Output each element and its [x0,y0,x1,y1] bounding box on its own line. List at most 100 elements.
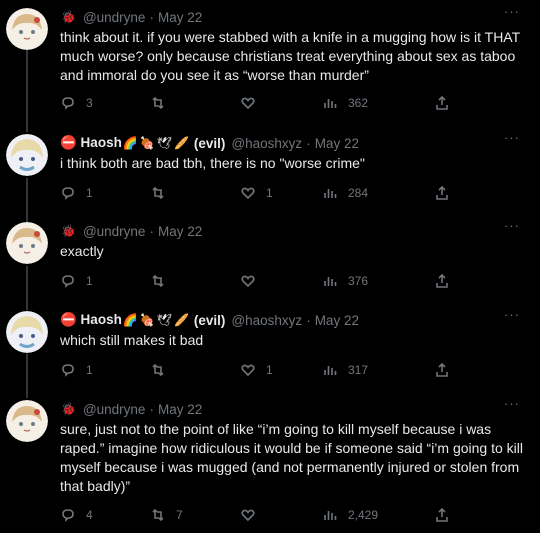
views-button[interactable]: 317 [322,361,368,379]
meat-icon: 🍖 [139,313,155,327]
reply-button[interactable]: 4 [60,506,93,524]
bread-icon: 🥖 [173,313,189,327]
reply-icon [62,275,74,288]
more-options-button[interactable]: ··· [504,218,520,234]
reply-button[interactable]: 1 [60,272,93,290]
heart-icon [241,364,255,377]
reply-button[interactable]: 3 [60,94,93,112]
avatar[interactable] [6,8,48,50]
tweet-header: ⛔ Haosh 🌈 🍖 🕊 🥖 (evil) @haoshxyz · May 2… [60,311,359,329]
rainbow-icon: 🌈 [122,136,138,150]
share-button[interactable] [434,272,450,290]
more-options-button[interactable]: ··· [504,396,520,412]
retweet-button[interactable]: 7 [150,506,183,524]
view-count: 2,429 [348,508,379,522]
views-icon [324,366,337,375]
reply-button[interactable]: 1 [60,361,93,379]
ladybug-icon: 🐞 [61,10,76,24]
reply-count: 1 [86,186,93,200]
like-count: 1 [266,363,273,377]
avatar-image-icon [6,311,48,353]
display-name[interactable]: ⛔ Haosh [60,312,122,328]
retweet-button[interactable] [150,184,176,202]
more-options-button[interactable]: ··· [504,130,520,146]
tweet[interactable]: ⛔ Haosh 🌈 🍖 🕊 🥖 (evil) @haoshxyz · May 2… [0,130,540,210]
reply-icon [62,97,74,110]
display-name[interactable]: ⛔ Haosh [60,135,122,151]
avatar[interactable] [6,222,48,264]
retweet-button[interactable] [150,361,176,379]
bread-icon: 🥖 [173,136,189,150]
avatar-image-icon [6,134,48,176]
more-options-button[interactable]: ··· [504,4,520,20]
tweet-header: 🐞 @undryne · May 22 [60,8,202,26]
dove-icon: 🕊 [156,313,172,327]
user-handle[interactable]: @undryne [83,10,146,25]
share-icon [436,95,448,110]
user-handle[interactable]: @haoshxyz [231,136,302,151]
tweet[interactable]: ⛔ Haosh 🌈 🍖 🕊 🥖 (evil) @haoshxyz · May 2… [0,307,540,387]
share-button[interactable] [434,361,450,379]
avatar[interactable] [6,311,48,353]
reply-button[interactable]: 1 [60,184,93,202]
share-button[interactable] [434,94,450,112]
avatar-image-icon [6,222,48,264]
retweet-button[interactable] [150,94,176,112]
reply-count: 1 [86,363,93,377]
like-button[interactable]: 1 [240,184,273,202]
share-button[interactable] [434,506,450,524]
views-icon [324,277,337,286]
views-button[interactable]: 2,429 [322,506,378,524]
retweet-icon [152,274,164,288]
views-button[interactable]: 362 [322,94,368,112]
reply-count: 4 [86,508,93,522]
user-handle[interactable]: @undryne [83,224,146,239]
share-button[interactable] [434,184,450,202]
user-handle[interactable]: @haoshxyz [231,313,302,328]
reply-count: 1 [86,274,93,288]
share-icon [436,507,448,522]
like-button[interactable] [240,94,266,112]
tweet-header: 🐞 @undryne · May 22 [60,222,202,240]
avatar[interactable] [6,134,48,176]
tweet-actions: 1 1 317 [60,361,460,381]
dove-icon: 🕊 [156,136,172,150]
view-count: 284 [348,186,369,200]
retweet-icon [152,96,164,110]
tweet-date[interactable]: May 22 [315,136,359,151]
views-button[interactable]: 376 [322,272,368,290]
tweet[interactable]: 🐞 @undryne · May 22 ··· sure, just not t… [0,396,540,530]
tweet-text: think about it. if you were stabbed with… [60,29,520,83]
avatar[interactable] [6,400,48,442]
reply-count: 3 [86,96,93,110]
like-count: 1 [266,186,273,200]
tweet-date[interactable]: May 22 [158,10,202,25]
display-name-suffix: (evil) [193,312,226,328]
tweet-actions: 4 7 2,429 [60,506,460,526]
display-name-suffix: (evil) [193,135,226,151]
like-button[interactable]: 1 [240,361,273,379]
tweet-date[interactable]: May 22 [158,224,202,239]
rainbow-icon: 🌈 [122,313,138,327]
avatar-image-icon [6,400,48,442]
share-icon [436,273,448,288]
tweet-actions: 1 376 [60,272,460,292]
user-handle[interactable]: @undryne [83,402,146,417]
retweet-button[interactable] [150,272,176,290]
heart-icon [241,509,255,522]
views-icon [324,99,337,108]
retweet-icon [152,363,164,377]
ladybug-icon: 🐞 [61,402,76,416]
like-button[interactable] [240,506,266,524]
more-options-button[interactable]: ··· [504,307,520,323]
retweet-icon [152,186,164,200]
tweet-date[interactable]: May 22 [315,313,359,328]
tweet-header: ⛔ Haosh 🌈 🍖 🕊 🥖 (evil) @haoshxyz · May 2… [60,134,359,152]
tweet[interactable]: 🐞 @undryne · May 22 ··· exactly 1 376 [0,218,540,298]
views-button[interactable]: 284 [322,184,368,202]
tweet[interactable]: 🐞 @undryne · May 22 ··· think about it. … [0,4,540,120]
conversation-thread: 🐞 @undryne · May 22 ··· think about it. … [0,0,540,533]
like-button[interactable] [240,272,266,290]
tweet-date[interactable]: May 22 [158,402,202,417]
tweet-text: exactly [60,243,104,259]
